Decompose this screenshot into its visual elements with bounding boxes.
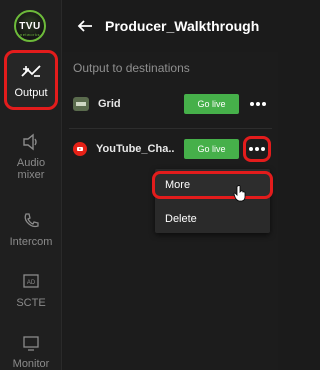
sidebar-item-scte[interactable]: AD SCTE xyxy=(4,260,58,320)
go-live-button[interactable]: Go live xyxy=(184,94,239,114)
ad-icon: AD xyxy=(22,271,40,293)
go-live-button[interactable]: Go live xyxy=(184,139,239,159)
destination-row-grid: Grid Go live xyxy=(69,87,272,121)
sidebar-item-audio-mixer[interactable]: Audio mixer xyxy=(4,125,58,187)
producer-app: TVU networks Output Audio mixer Intercom… xyxy=(0,0,278,370)
section-title: Output to destinations xyxy=(73,61,190,75)
logo-text: TVU xyxy=(19,20,41,32)
tvu-logo: TVU networks xyxy=(14,10,46,42)
context-menu: More Delete xyxy=(152,169,273,233)
menu-item-more[interactable]: More xyxy=(152,171,273,199)
sidebar-item-label: SCTE xyxy=(16,297,46,309)
row-divider xyxy=(69,128,272,129)
phone-icon xyxy=(22,210,40,232)
back-arrow-icon[interactable] xyxy=(75,16,95,36)
sidebar-item-output[interactable]: Output xyxy=(4,50,58,110)
monitor-icon xyxy=(22,332,40,354)
destination-name: YouTube_Cha... xyxy=(96,143,174,155)
header: Producer_Walkthrough xyxy=(63,0,278,52)
sidebar: TVU networks Output Audio mixer Intercom… xyxy=(0,0,62,370)
grid-icon xyxy=(73,97,89,111)
sidebar-item-label: Monitor xyxy=(12,358,50,370)
destination-row-youtube: YouTube_Cha... Go live xyxy=(69,132,272,166)
destination-name: Grid xyxy=(98,98,121,110)
menu-item-delete[interactable]: Delete xyxy=(155,205,270,233)
page-title: Producer_Walkthrough xyxy=(105,18,260,34)
sidebar-item-intercom[interactable]: Intercom xyxy=(4,199,58,259)
svg-text:AD: AD xyxy=(27,280,36,286)
hand-cursor-icon xyxy=(233,185,246,202)
more-options-icon[interactable] xyxy=(243,136,271,162)
youtube-icon xyxy=(73,142,87,156)
output-icon xyxy=(20,61,42,83)
sidebar-item-label: Output xyxy=(14,87,48,99)
sidebar-item-label: Audio mixer xyxy=(16,157,46,181)
output-panel: Output to destinations Grid Go live YouT… xyxy=(63,52,278,370)
sidebar-item-monitor[interactable]: Monitor xyxy=(4,321,58,370)
logo-subtext: networks xyxy=(19,32,40,37)
speaker-icon xyxy=(21,131,41,153)
sidebar-item-label: Intercom xyxy=(9,236,53,248)
more-options-icon[interactable] xyxy=(247,94,269,114)
